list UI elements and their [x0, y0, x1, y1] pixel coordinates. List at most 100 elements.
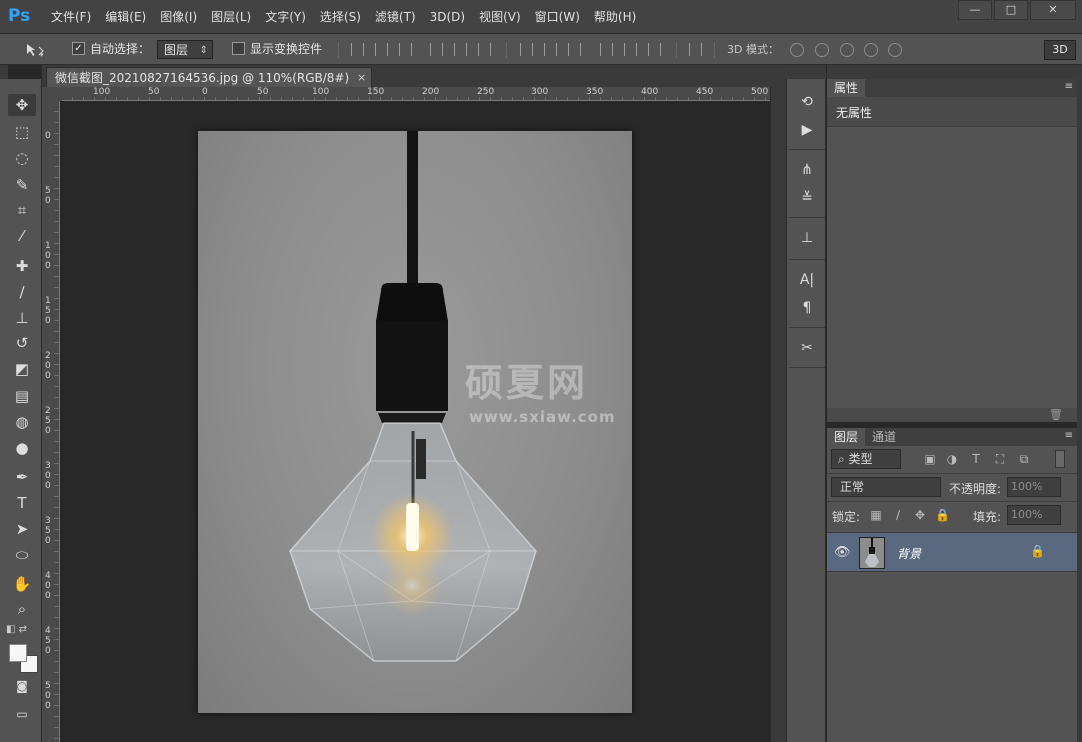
screen-mode-icon[interactable]: ▭ [8, 703, 36, 725]
distribute-top-icon[interactable] [520, 43, 533, 56]
pen-icon[interactable]: ✒ [8, 466, 36, 488]
lasso-icon[interactable]: ◌ [8, 147, 36, 169]
paragraph-panel-icon[interactable]: ¶ [793, 297, 821, 319]
lock-pixels-icon[interactable]: ∕ [891, 508, 905, 522]
menu-view[interactable]: 视图(V) [472, 0, 528, 34]
tab-channels[interactable]: 通道 [865, 428, 903, 446]
healing-brush-icon[interactable]: ✚ [8, 255, 36, 277]
distribute-right-icon[interactable] [648, 43, 661, 56]
move-tool-icon[interactable]: ✥ [8, 94, 36, 116]
brush-icon[interactable]: ∕ [8, 281, 36, 303]
crop-icon[interactable]: ⌗ [8, 199, 36, 221]
distribute-vcenter-icon[interactable] [544, 43, 557, 56]
document-tab[interactable]: 微信截图_20210827164536.jpg @ 110%(RGB/8#) × [46, 67, 373, 88]
menu-window[interactable]: 窗口(W) [528, 0, 587, 34]
canvas-scrollbar[interactable] [770, 87, 786, 742]
foreground-color-swatch[interactable] [9, 644, 27, 662]
menu-3d[interactable]: 3D(D) [423, 0, 472, 34]
show-transform-checkbox[interactable] [232, 42, 245, 55]
menu-layer[interactable]: 图层(L) [204, 0, 258, 34]
dock-collapse-strip[interactable] [786, 65, 826, 79]
hand-icon[interactable]: ✋ [8, 573, 36, 595]
lock-position-icon[interactable]: ✥ [913, 508, 927, 522]
opacity-input[interactable]: 100% [1007, 477, 1061, 497]
fill-input[interactable]: 100% [1007, 505, 1061, 525]
filter-toggle[interactable] [1055, 450, 1065, 468]
menu-image[interactable]: 图像(I) [153, 0, 204, 34]
panel-menu-icon[interactable]: ≡ [1065, 81, 1073, 92]
filter-pixel-icon[interactable]: ▣ [923, 452, 937, 466]
layer-name[interactable]: 背景 [897, 545, 921, 562]
slide-3d-icon[interactable] [864, 43, 878, 57]
trash-icon[interactable]: 🗑 [1049, 408, 1063, 421]
distribute-hcenter-icon[interactable] [624, 43, 637, 56]
tool-presets-icon[interactable]: ✂ [793, 337, 821, 359]
menu-filter[interactable]: 滤镜(T) [368, 0, 423, 34]
move-tool-preset-icon[interactable]: ▾ [24, 42, 46, 58]
zoom-icon[interactable]: ⌕ [8, 598, 36, 620]
menu-select[interactable]: 选择(S) [313, 0, 368, 34]
filter-type-icon[interactable]: T [969, 452, 983, 466]
clone-source-icon[interactable]: ⊥ [793, 227, 821, 249]
lock-transparent-icon[interactable]: ▦ [869, 508, 883, 522]
scale-3d-icon[interactable] [888, 43, 902, 57]
close-button[interactable]: ✕ [1030, 0, 1076, 20]
layer-filter-dropdown[interactable]: ⌕ 类型 [831, 449, 901, 469]
auto-select-checkbox[interactable]: ✓ [72, 42, 85, 55]
filter-shape-icon[interactable]: ⛶ [993, 452, 1007, 466]
align-vcenter-icon[interactable] [375, 43, 388, 56]
dodge-icon[interactable]: ● [8, 437, 36, 459]
auto-select-dropdown[interactable]: 图层 [157, 40, 213, 60]
character-panel-icon[interactable]: A| [793, 269, 821, 291]
filter-adjustment-icon[interactable]: ◑ [945, 452, 959, 466]
toolbar-collapse-strip[interactable] [0, 65, 8, 79]
history-panel-icon[interactable]: ⟲ [793, 91, 821, 113]
blend-mode-dropdown[interactable]: 正常 [831, 477, 941, 497]
align-bottom-icon[interactable] [399, 43, 412, 56]
close-tab-icon[interactable]: × [357, 68, 366, 88]
menu-help[interactable]: 帮助(H) [587, 0, 643, 34]
vertical-ruler[interactable]: 0 50 100 150 200 250 300 350 400 450 500 [42, 101, 60, 742]
default-colors-icon[interactable]: ◧ ⇄ [6, 624, 27, 635]
clone-stamp-icon[interactable]: ⊥ [8, 307, 36, 329]
align-top-icon[interactable] [351, 43, 364, 56]
distribute-left-icon[interactable] [600, 43, 613, 56]
menu-type[interactable]: 文字(Y) [258, 0, 313, 34]
brush-panel-icon[interactable]: ≚ [793, 187, 821, 209]
eraser-icon[interactable]: ◩ [8, 358, 36, 380]
ruler-origin[interactable] [42, 87, 62, 101]
quick-select-icon[interactable]: ✎ [8, 174, 36, 196]
history-brush-icon[interactable]: ↺ [8, 332, 36, 354]
align-left-icon[interactable] [430, 43, 443, 56]
eyedropper-icon[interactable]: ⁄ [8, 225, 36, 247]
lock-all-icon[interactable]: 🔒 [935, 508, 950, 522]
type-icon[interactable]: T [8, 492, 36, 514]
ellipse-icon[interactable]: ⬭ [8, 544, 36, 566]
right-dock-strip[interactable] [827, 65, 1082, 79]
gradient-icon[interactable]: ▤ [8, 385, 36, 407]
blur-icon[interactable]: ◍ [8, 411, 36, 433]
layer-row[interactable]: 👁 背景 🔒 [827, 532, 1077, 572]
horizontal-ruler[interactable]: 100 50 0 50 100 150 200 250 300 350 400 … [62, 87, 770, 101]
menu-file[interactable]: 文件(F) [44, 0, 98, 34]
distribute-bottom-icon[interactable] [568, 43, 581, 56]
tab-properties[interactable]: 属性 [827, 79, 866, 97]
filter-smart-object-icon[interactable]: ⧉ [1017, 452, 1031, 466]
menu-edit[interactable]: 编辑(E) [98, 0, 153, 34]
right-panel-scrollbar[interactable] [1077, 79, 1082, 742]
minimize-button[interactable]: — [958, 0, 992, 20]
visibility-eye-icon[interactable]: 👁 [834, 545, 851, 560]
align-hcenter-icon[interactable] [454, 43, 467, 56]
roll-3d-icon[interactable] [815, 43, 829, 57]
rect-marquee-icon[interactable]: ⬚ [8, 121, 36, 143]
pan-3d-icon[interactable] [840, 43, 854, 57]
tab-layers[interactable]: 图层 [827, 428, 866, 446]
quick-mask-icon[interactable]: ◙ [8, 675, 36, 697]
panel-menu-icon[interactable]: ≡ [1065, 430, 1073, 441]
auto-align-icon[interactable] [689, 43, 702, 56]
align-right-icon[interactable] [478, 43, 491, 56]
path-select-icon[interactable]: ➤ [8, 518, 36, 540]
brush-presets-icon[interactable]: ⋔ [793, 159, 821, 181]
actions-panel-icon[interactable]: ▶ [793, 119, 821, 141]
maximize-button[interactable]: □ [994, 0, 1028, 20]
